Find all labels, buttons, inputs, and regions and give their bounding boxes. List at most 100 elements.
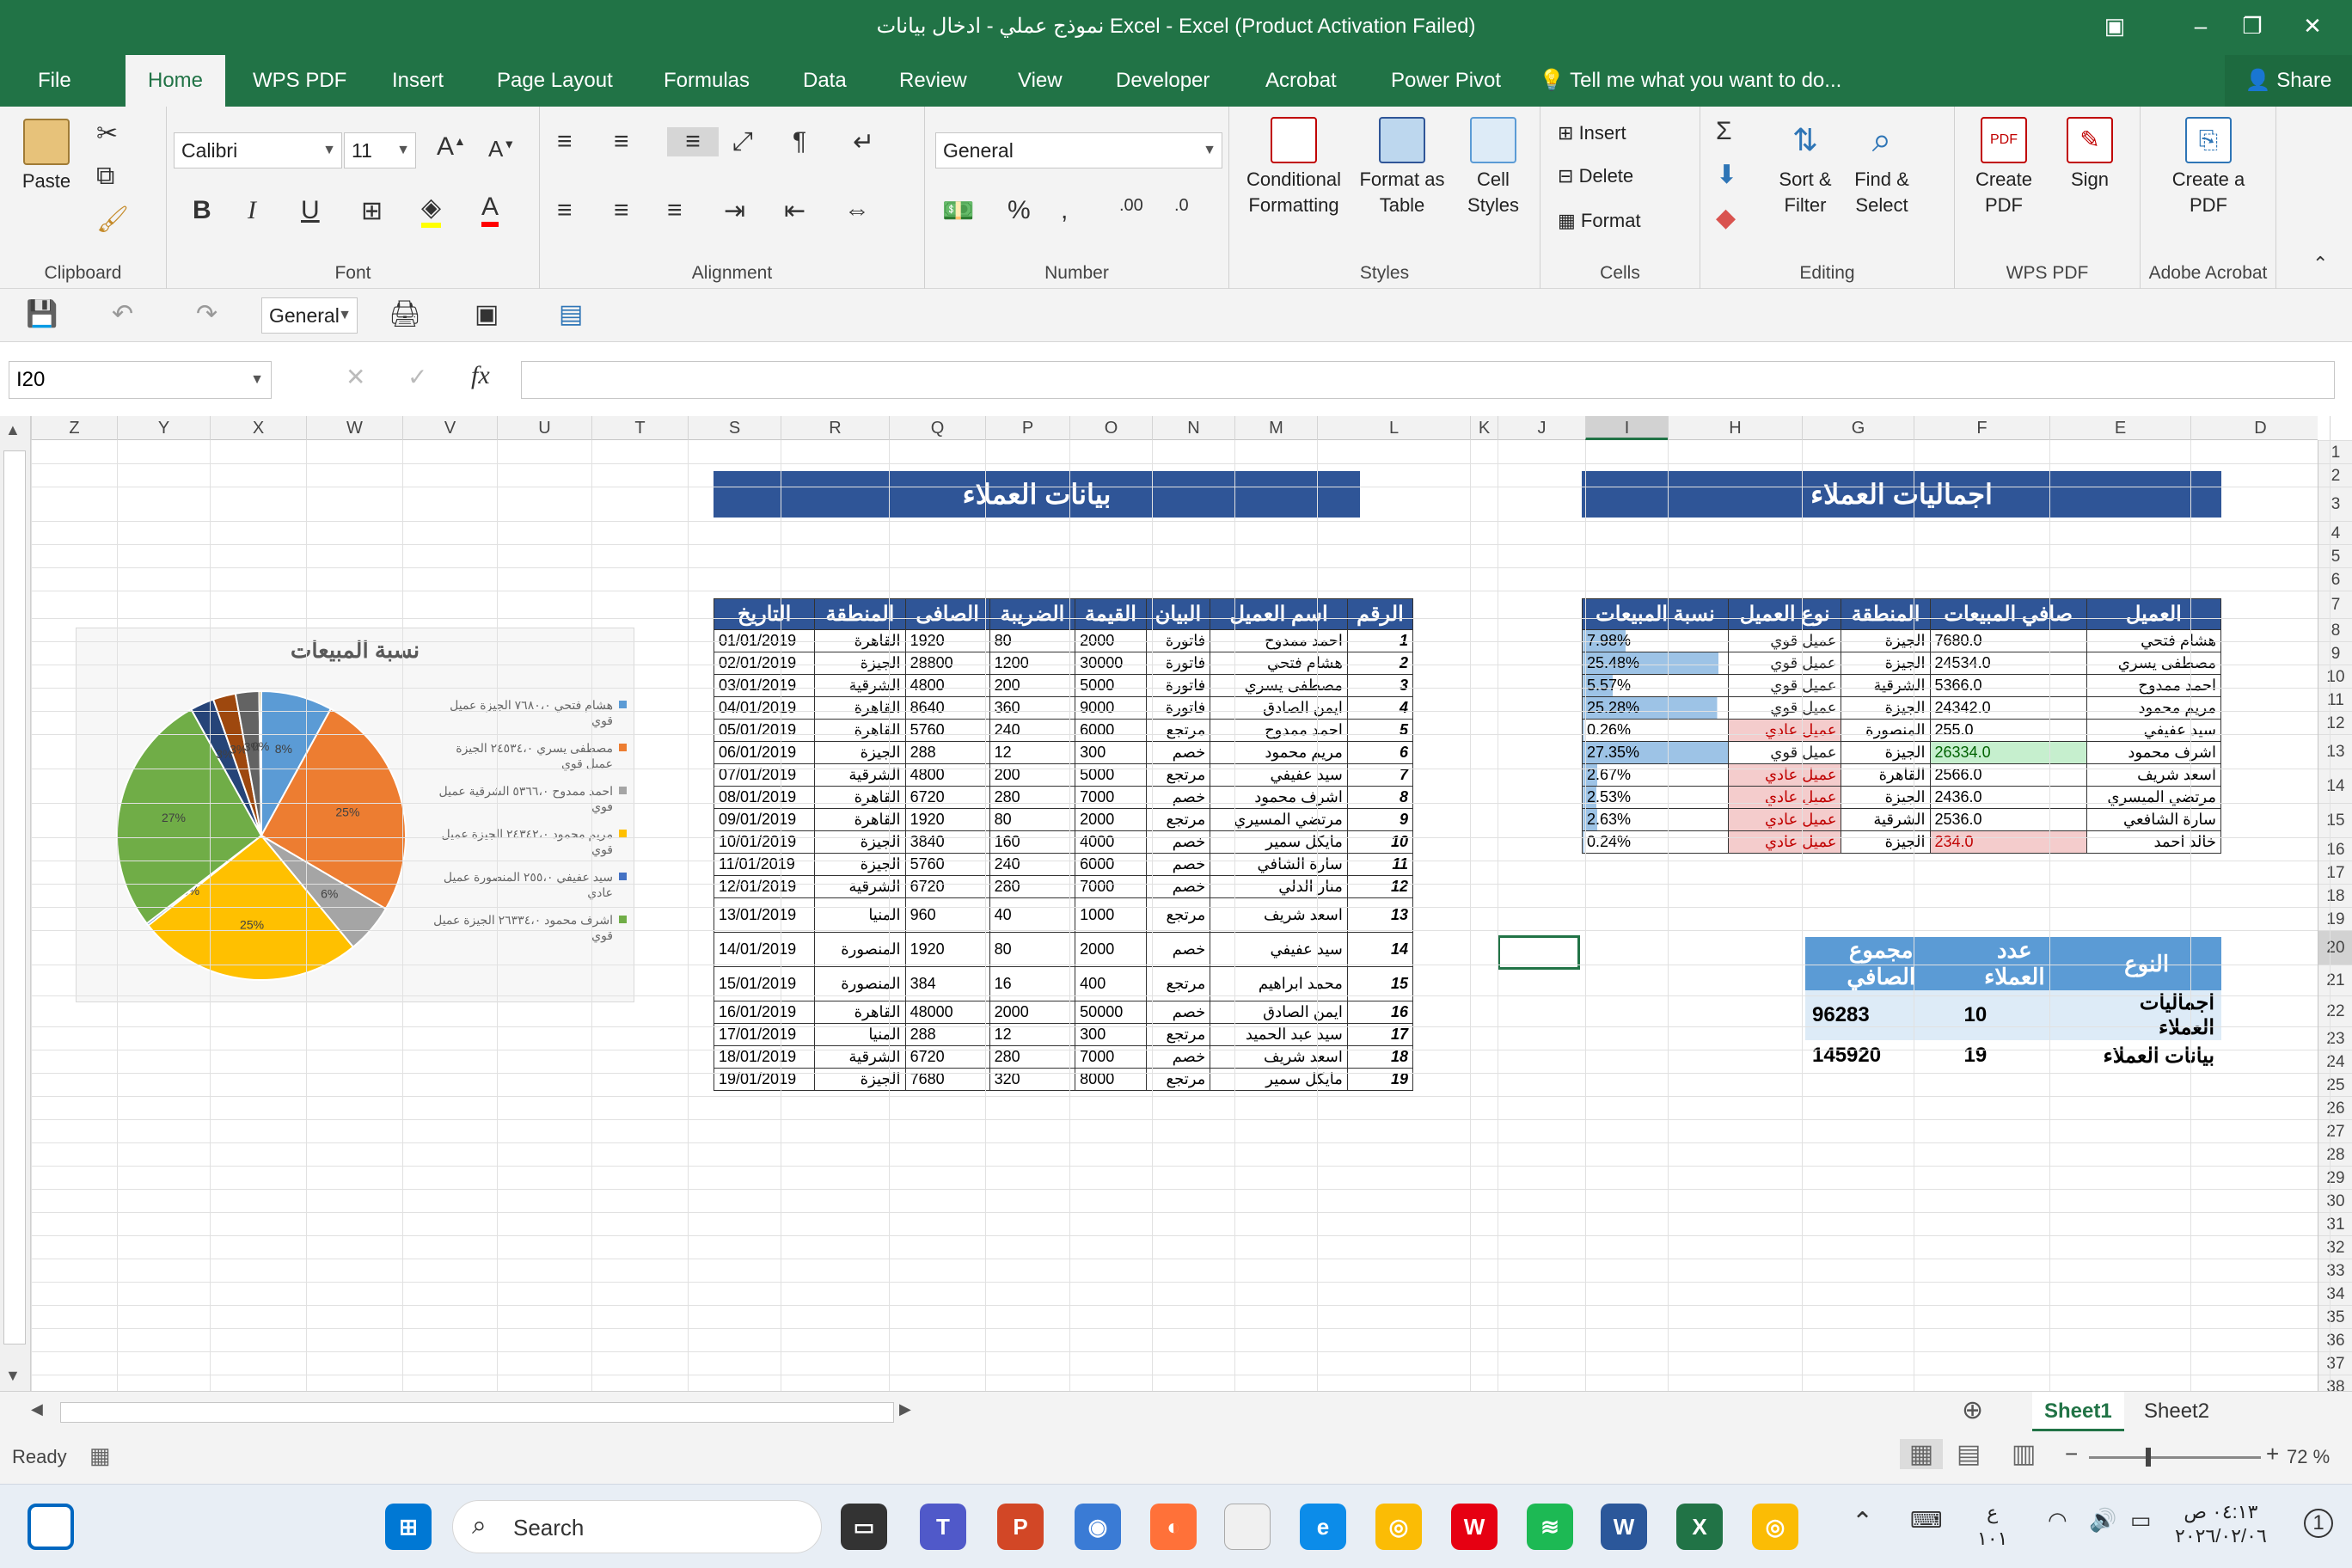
tab-formulas[interactable]: Formulas bbox=[648, 55, 765, 107]
tab-wps-pdf[interactable]: WPS PDF bbox=[237, 55, 362, 107]
percent-style-icon[interactable]: % bbox=[1008, 196, 1031, 225]
increase-indent-icon[interactable]: ⇤ bbox=[784, 196, 805, 226]
customers-cell[interactable]: 1920 bbox=[904, 808, 990, 831]
clock[interactable]: ٠٤:١٣ ص ٢٠٢٦/٠٢/٠٦ bbox=[2175, 1500, 2267, 1548]
italic-icon[interactable]: I bbox=[248, 196, 256, 225]
customers-cell[interactable]: هشام فتحي bbox=[1210, 652, 1348, 675]
customers-cell[interactable]: مرتضي المسيري bbox=[1210, 808, 1348, 831]
row-header[interactable]: 16 bbox=[2318, 837, 2352, 861]
tab-home[interactable]: Home bbox=[126, 55, 225, 107]
row-header[interactable]: 8 bbox=[2318, 618, 2352, 641]
totals-header-cell[interactable]: مجموع الصافي bbox=[1805, 937, 1957, 990]
customers-cell[interactable]: القاهرة bbox=[814, 696, 906, 720]
customers-cell[interactable]: 12 bbox=[1346, 875, 1414, 898]
font-size-combo[interactable]: 11 ▼ bbox=[344, 132, 416, 168]
customers-cell[interactable]: 7000 bbox=[1075, 786, 1147, 809]
tell-me-search[interactable]: 💡 Tell me what you want to do... bbox=[1539, 55, 1841, 107]
summary-cell[interactable]: عميل عادي bbox=[1727, 830, 1842, 854]
orientation-icon[interactable]: ⤢ bbox=[732, 127, 753, 156]
customers-cell[interactable]: 300 bbox=[1075, 741, 1147, 764]
customers-cell[interactable]: خصم bbox=[1145, 830, 1211, 854]
qat-format-combo[interactable]: General ▼ bbox=[261, 297, 358, 334]
chevron-up-icon[interactable]: ⌃ bbox=[1852, 1507, 1873, 1537]
summary-cell[interactable]: القاهرة bbox=[1841, 763, 1931, 787]
column-header[interactable]: H bbox=[1668, 416, 1802, 440]
customers-cell[interactable]: 8000 bbox=[1075, 1068, 1147, 1091]
row-header[interactable]: 36 bbox=[2318, 1328, 2352, 1351]
summary-cell[interactable]: 24342.0 bbox=[1929, 696, 2087, 720]
column-header[interactable]: J bbox=[1498, 416, 1585, 440]
customers-cell[interactable]: 960 bbox=[904, 897, 990, 933]
row-header[interactable]: 31 bbox=[2318, 1212, 2352, 1235]
customers-cell[interactable]: 14 bbox=[1346, 932, 1414, 967]
number-format-combo[interactable]: General ▼ bbox=[935, 132, 1222, 168]
macro-record-icon[interactable]: ▦ bbox=[89, 1442, 111, 1469]
row-header[interactable]: 12 bbox=[2318, 711, 2352, 734]
customers-cell[interactable]: الجيزة bbox=[814, 741, 906, 764]
summary-cell[interactable]: عميل عادي bbox=[1727, 719, 1842, 742]
customers-cell[interactable]: 10 bbox=[1346, 830, 1414, 854]
vertical-scrollbar[interactable]: ▲ ▼ bbox=[0, 416, 31, 1391]
summary-header-cell[interactable]: صافي المبيعات bbox=[1929, 598, 2087, 630]
font-name-combo[interactable]: Calibri ▼ bbox=[174, 132, 342, 168]
customers-header-cell[interactable]: التاريخ bbox=[713, 598, 816, 630]
customers-cell[interactable]: 80 bbox=[989, 932, 1076, 967]
customers-cell[interactable]: 4800 bbox=[904, 763, 990, 787]
cut-icon[interactable]: ✂ bbox=[96, 119, 118, 149]
totals-cell[interactable]: بيانات العملاء bbox=[2072, 1040, 2221, 1071]
summary-cell[interactable]: 26334.0 bbox=[1929, 741, 2087, 764]
fill-icon[interactable]: ⬇ bbox=[1716, 160, 1737, 190]
sheet-tab-1[interactable]: Sheet1 bbox=[2032, 1392, 2124, 1431]
customers-cell[interactable]: 5760 bbox=[904, 853, 990, 876]
conditional-formatting-button[interactable]: Conditional Formatting bbox=[1238, 117, 1350, 218]
wifi-icon[interactable]: ◠ bbox=[2048, 1507, 2067, 1534]
summary-cell[interactable]: الجيزة bbox=[1841, 696, 1931, 720]
enter-icon[interactable]: ✓ bbox=[407, 363, 427, 391]
customers-cell[interactable]: مايكل سمير bbox=[1210, 830, 1348, 854]
summary-cell[interactable]: مريم محمود bbox=[2086, 696, 2222, 720]
customers-cell[interactable]: سيد عفيفي bbox=[1210, 763, 1348, 787]
customers-cell[interactable]: 16 bbox=[1346, 1001, 1414, 1024]
row-header[interactable]: 29 bbox=[2318, 1166, 2352, 1189]
customers-cell[interactable]: اشرف محمود bbox=[1210, 786, 1348, 809]
row-header[interactable]: 28 bbox=[2318, 1142, 2352, 1166]
customers-cell[interactable]: القاهرة bbox=[814, 808, 906, 831]
format-as-table-button[interactable]: Format as Table bbox=[1355, 117, 1449, 218]
customers-cell[interactable]: 4800 bbox=[904, 674, 990, 697]
customers-cell[interactable]: الجيزة bbox=[814, 652, 906, 675]
scroll-right-icon[interactable]: ▶ bbox=[899, 1400, 911, 1418]
column-header[interactable]: F bbox=[1914, 416, 2049, 440]
widgets-icon[interactable] bbox=[28, 1504, 74, 1550]
row-header[interactable]: 24 bbox=[2318, 1050, 2352, 1073]
summary-cell[interactable]: عميل قوي bbox=[1727, 674, 1842, 697]
increase-font-icon[interactable]: A▲ bbox=[437, 132, 466, 162]
customers-cell[interactable]: خصم bbox=[1145, 932, 1211, 967]
customers-cell[interactable]: 13/01/2019 bbox=[713, 897, 816, 933]
share-button[interactable]: 👤 Share bbox=[2225, 55, 2352, 107]
customers-header-cell[interactable]: المنطقة bbox=[814, 598, 906, 630]
create-a-pdf-button[interactable]: ⎘ Create a PDF bbox=[2151, 117, 2266, 218]
customers-cell[interactable]: سيد عفيفي bbox=[1210, 932, 1348, 967]
summary-cell[interactable]: عميل عادي bbox=[1727, 808, 1842, 831]
task-view-icon[interactable]: ▭ bbox=[841, 1504, 887, 1550]
summary-cell[interactable]: عميل قوي bbox=[1727, 652, 1842, 675]
customers-cell[interactable]: الشرقية bbox=[814, 875, 906, 898]
summary-cell[interactable]: 2.53% bbox=[1582, 786, 1729, 809]
summary-cell[interactable]: سيد عفيفي bbox=[2086, 719, 2222, 742]
insert-cells-button[interactable]: ⊞ Insert bbox=[1558, 120, 1626, 146]
summary-cell[interactable]: 5366.0 bbox=[1929, 674, 2087, 697]
customers-cell[interactable]: القاهرة bbox=[814, 719, 906, 742]
totals-cell[interactable]: 19 bbox=[1957, 1040, 2072, 1071]
customers-cell[interactable]: 280 bbox=[989, 786, 1076, 809]
customers-header-cell[interactable]: البيان bbox=[1145, 598, 1211, 630]
customers-cell[interactable]: 09/01/2019 bbox=[713, 808, 816, 831]
column-header[interactable]: Z bbox=[31, 416, 117, 440]
column-header[interactable]: L bbox=[1317, 416, 1470, 440]
customers-header-cell[interactable]: الرقم bbox=[1346, 598, 1414, 630]
customers-cell[interactable]: سارة الشافي bbox=[1210, 853, 1348, 876]
undo-icon[interactable]: ↶ bbox=[112, 299, 133, 329]
find-select-button[interactable]: ⌕ Find & Select bbox=[1845, 117, 1919, 218]
customers-cell[interactable]: الجيزة bbox=[814, 853, 906, 876]
column-header[interactable]: P bbox=[985, 416, 1069, 440]
row-header[interactable]: 22 bbox=[2318, 995, 2352, 1026]
